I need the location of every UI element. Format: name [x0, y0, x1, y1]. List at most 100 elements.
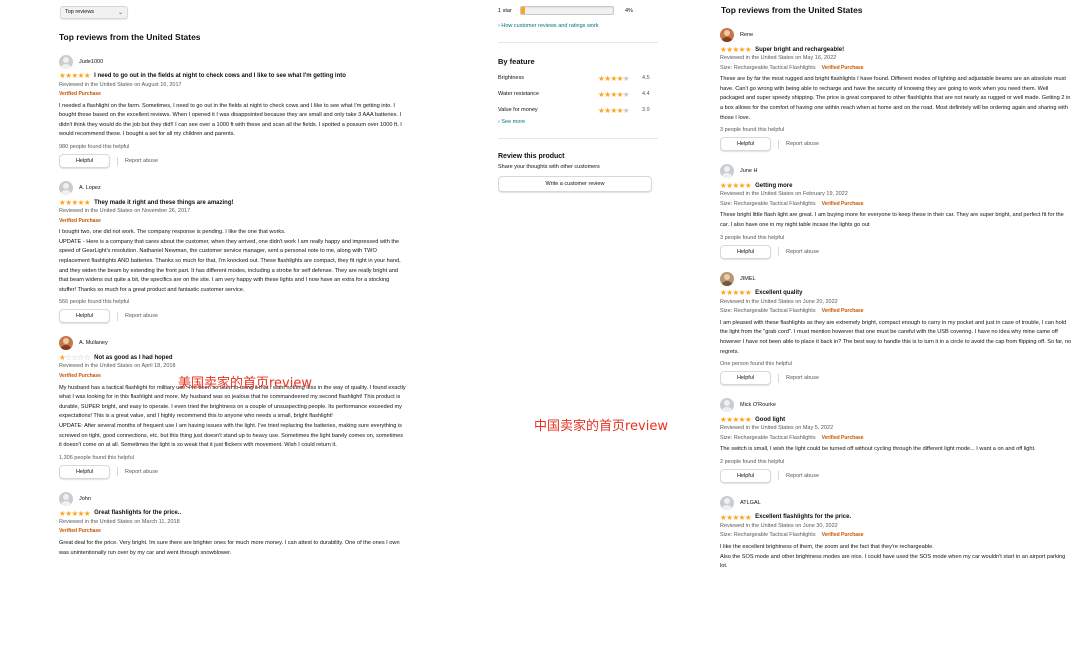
reviewer-profile[interactable]: A. Mullaney [59, 335, 406, 351]
reviewer-name: John [79, 495, 91, 502]
divider [117, 311, 118, 321]
review-card: John ★★★★★ Great flashlights for the pri… [56, 491, 406, 558]
helpful-button[interactable]: Helpful [720, 371, 771, 386]
divider [498, 138, 658, 139]
left-review-column: Top reviews ⌄ Top reviews from the Unite… [56, 0, 406, 652]
histogram-fill [521, 7, 525, 14]
star-rating[interactable]: ★★★★★ [720, 182, 752, 190]
sort-dropdown[interactable]: Top reviews ⌄ [60, 5, 128, 19]
verified-purchase-badge: Verified Purchase [59, 91, 101, 98]
review-card: Mick O'Rourke ★★★★★ Good light Reviewed … [720, 397, 1072, 483]
helpful-button[interactable]: Helpful [720, 244, 771, 259]
helpful-button[interactable]: Helpful [59, 154, 110, 169]
review-body: These bright little flash light are grea… [720, 212, 1064, 228]
section-title: Top reviews from the United States [721, 5, 863, 15]
reviewer-profile[interactable]: Mick O'Rourke [720, 397, 1072, 413]
star-rating[interactable]: ★★★★★ [59, 199, 91, 207]
feature-row-water-resistance: Water resistance ★★★★★ 4.4 [498, 86, 658, 102]
histogram-label: 1 star [498, 7, 512, 14]
reviewer-profile[interactable]: June H [720, 163, 1072, 179]
review-body: I am pleased with these flashlights as t… [720, 319, 1072, 355]
review-body: I needed a flashlight on the farm. Somet… [59, 102, 402, 138]
feature-row-value-for-money: Value for money ★★★★★ 3.9 [498, 102, 658, 118]
review-title[interactable]: Good light [755, 417, 785, 423]
review-title[interactable]: I need to go out in the fields at night … [94, 73, 346, 79]
review-body: Great deal for the price. Very bright. I… [59, 539, 400, 556]
chevron-down-icon: ⌄ [117, 9, 123, 16]
verified-purchase-badge: Verified Purchase [821, 200, 864, 207]
review-title[interactable]: Great flashlights for the price.. [94, 510, 181, 516]
review-card: Jude1000 ★★★★★ I need to go out in the f… [56, 54, 406, 169]
histogram-row[interactable]: 1 star 4% [498, 6, 658, 15]
feature-star-rating: ★★★★★ [598, 105, 630, 115]
star-rating[interactable]: ★★★★★ [720, 416, 752, 424]
divider [117, 156, 118, 166]
review-title[interactable]: Getting more [755, 183, 792, 189]
verified-purchase-badge: Verified Purchase [821, 308, 864, 315]
review-title[interactable]: Excellent quality [755, 290, 802, 296]
helpful-count: 3 people found this helpful [720, 127, 785, 134]
star-rating[interactable]: ★★★★★ [720, 289, 752, 297]
report-abuse-link[interactable]: Report abuse [786, 249, 819, 255]
product-size[interactable]: Size: Rechargeable Tactical Flashlights [720, 308, 816, 314]
product-size[interactable]: Size: Rechargeable Tactical Flashlights [720, 435, 816, 441]
histogram-percent: 4% [625, 7, 633, 14]
divider [778, 247, 779, 257]
feature-row-brightness: Brightness ★★★★★ 4.5 [498, 70, 658, 86]
verified-purchase-badge: Verified Purchase [821, 64, 864, 71]
product-size[interactable]: Size: Rechargeable Tactical Flashlights [720, 201, 816, 207]
report-abuse-link[interactable]: Report abuse [786, 141, 819, 147]
rating-summary-column: 1 star 4% › How customer reviews and rat… [498, 0, 658, 652]
helpful-button[interactable]: Helpful [59, 309, 110, 324]
histogram-bar [520, 6, 614, 15]
star-rating[interactable]: ★★★★★ [59, 72, 91, 80]
star-rating[interactable]: ★★★★★ [720, 46, 752, 54]
verified-purchase-badge: Verified Purchase [59, 528, 101, 535]
reviewer-profile[interactable]: A. Lopez [59, 180, 406, 196]
report-abuse-link[interactable]: Report abuse [125, 158, 158, 164]
avatar [59, 54, 73, 69]
sort-dropdown-label: Top reviews [65, 9, 95, 15]
divider [117, 467, 118, 477]
helpful-count: 3 people found this helpful [720, 234, 785, 241]
reviewer-profile[interactable]: Rene [720, 27, 1072, 43]
divider [778, 139, 779, 149]
avatar [720, 164, 734, 179]
see-more-link[interactable]: › See more [498, 119, 658, 125]
report-abuse-link[interactable]: Report abuse [125, 313, 158, 319]
avatar [720, 495, 734, 510]
review-title[interactable]: Super bright and rechargeable! [755, 47, 844, 53]
how-ratings-work-link[interactable]: › How customer reviews and ratings work [498, 23, 658, 29]
annotation-us-seller: 美国卖家的首页review [178, 376, 312, 391]
helpful-count: 566 people found this helpful [59, 299, 130, 306]
star-rating[interactable]: ★★★★★ [720, 514, 752, 522]
avatar [59, 181, 73, 196]
divider [498, 42, 658, 43]
product-size[interactable]: Size: Rechargeable Tactical Flashlights [720, 532, 816, 538]
report-abuse-link[interactable]: Report abuse [125, 469, 158, 475]
report-abuse-link[interactable]: Report abuse [786, 473, 819, 479]
review-title[interactable]: Excellent flashlights for the price. [755, 514, 851, 520]
by-feature-title: By feature [498, 57, 535, 66]
reviewer-name: June H [740, 168, 758, 175]
helpful-button[interactable]: Helpful [720, 468, 771, 483]
star-rating[interactable]: ★☆☆☆☆ [59, 354, 91, 362]
reviewer-name: Jude1000 [79, 58, 104, 65]
review-card: JIMEL ★★★★★ Excellent quality Reviewed i… [720, 271, 1072, 386]
product-size[interactable]: Size: Rechargeable Tactical Flashlights [720, 65, 816, 71]
reviewer-profile[interactable]: John [59, 491, 406, 507]
reviewer-name: Rene [740, 32, 754, 38]
review-title[interactable]: Not as good as I had hoped [94, 355, 172, 361]
helpful-button[interactable]: Helpful [720, 137, 771, 152]
review-date: Reviewed in the United States on May 5, … [720, 425, 834, 432]
write-review-button[interactable]: Write a customer review [498, 176, 652, 192]
reviewer-profile[interactable]: Jude1000 [59, 54, 406, 70]
star-rating[interactable]: ★★★★★ [59, 509, 91, 518]
divider [778, 373, 779, 383]
report-abuse-link[interactable]: Report abuse [786, 375, 819, 381]
reviewer-profile[interactable]: JIMEL [720, 271, 1072, 287]
helpful-button[interactable]: Helpful [59, 464, 110, 479]
reviewer-profile[interactable]: ATLGAL [720, 495, 1072, 511]
review-title[interactable]: They made it right and these things are … [94, 200, 233, 206]
review-card: A. Lopez ★★★★★ They made it right and th… [56, 180, 406, 324]
